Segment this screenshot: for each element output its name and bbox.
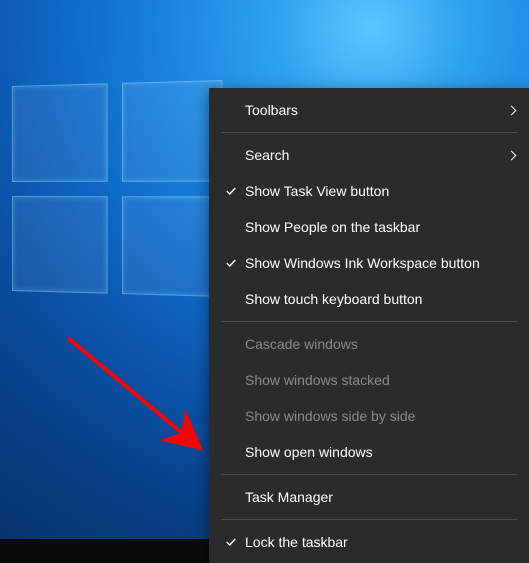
menu-item-label: Show windows stacked — [243, 372, 515, 388]
menu-item-label: Toolbars — [243, 102, 501, 118]
menu-item-show-task-view[interactable]: Show Task View button — [209, 173, 529, 209]
menu-divider — [221, 132, 517, 133]
check-icon — [219, 536, 243, 548]
menu-item-show-stacked: Show windows stacked — [209, 362, 529, 398]
menu-item-label: Show Task View button — [243, 183, 515, 199]
check-icon — [219, 185, 243, 197]
chevron-right-icon — [501, 152, 515, 159]
menu-item-task-manager[interactable]: Task Manager — [209, 479, 529, 515]
menu-divider — [221, 519, 517, 520]
menu-item-label: Task Manager — [243, 489, 515, 505]
chevron-right-icon — [501, 107, 515, 114]
menu-item-label: Show People on the taskbar — [243, 219, 515, 235]
menu-item-label: Search — [243, 147, 501, 163]
menu-item-label: Show windows side by side — [243, 408, 515, 424]
menu-item-show-ink-workspace[interactable]: Show Windows Ink Workspace button — [209, 245, 529, 281]
menu-item-toolbars[interactable]: Toolbars — [209, 92, 529, 128]
menu-item-lock-taskbar[interactable]: Lock the taskbar — [209, 524, 529, 560]
taskbar-context-menu: Toolbars Search Show Task View button Sh… — [209, 88, 529, 563]
menu-item-label: Lock the taskbar — [243, 534, 515, 550]
check-icon — [219, 257, 243, 269]
menu-divider — [221, 321, 517, 322]
menu-item-label: Show open windows — [243, 444, 515, 460]
menu-item-search[interactable]: Search — [209, 137, 529, 173]
windows-logo — [12, 80, 223, 297]
menu-item-label: Show Windows Ink Workspace button — [243, 255, 515, 271]
menu-divider — [221, 474, 517, 475]
menu-item-label: Cascade windows — [243, 336, 515, 352]
menu-item-show-people[interactable]: Show People on the taskbar — [209, 209, 529, 245]
menu-item-show-side-by-side: Show windows side by side — [209, 398, 529, 434]
menu-item-cascade-windows: Cascade windows — [209, 326, 529, 362]
menu-item-show-touch-keyboard[interactable]: Show touch keyboard button — [209, 281, 529, 317]
menu-item-show-open-windows[interactable]: Show open windows — [209, 434, 529, 470]
menu-item-label: Show touch keyboard button — [243, 291, 515, 307]
